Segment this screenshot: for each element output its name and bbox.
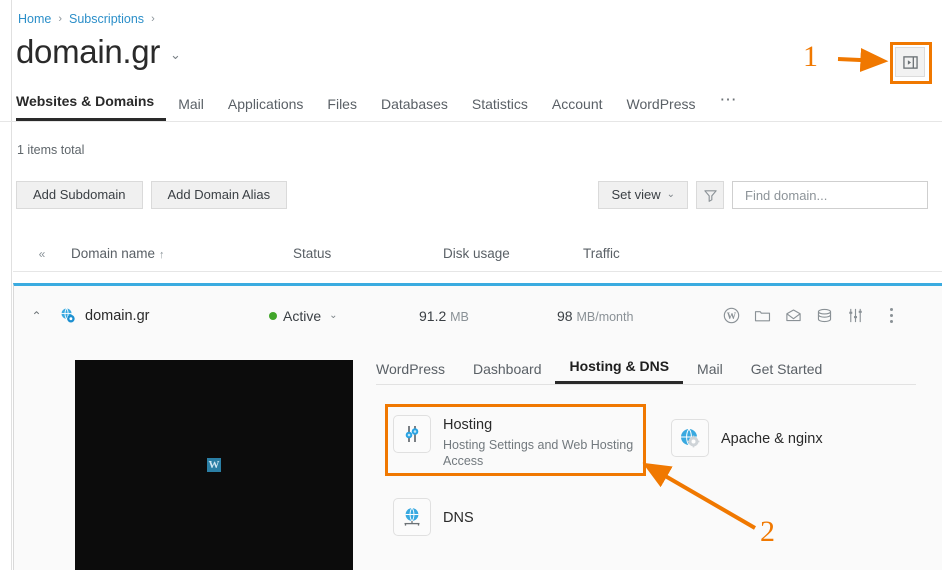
dns-globe-network-icon <box>393 498 431 536</box>
status-label: Active <box>283 307 322 324</box>
chevron-down-icon: ⌄ <box>666 189 675 200</box>
column-header-status[interactable]: Status <box>293 246 443 261</box>
add-domain-alias-button[interactable]: Add Domain Alias <box>150 181 288 209</box>
database-icon[interactable] <box>816 307 833 324</box>
breadcrumb-subscriptions[interactable]: Subscriptions <box>69 12 144 26</box>
subtab-dashboard[interactable]: Dashboard <box>459 361 556 384</box>
more-actions-icon[interactable] <box>890 308 893 323</box>
card-apache-nginx-title: Apache & nginx <box>721 430 823 447</box>
set-view-label: Set view <box>611 187 661 202</box>
card-hosting-subtitle: Hosting Settings and Web Hosting Access <box>443 438 634 468</box>
search-box[interactable] <box>732 181 928 209</box>
card-hosting[interactable]: Hosting Hosting Settings and Web Hosting… <box>393 415 643 469</box>
collapse-all-rows-button[interactable]: « <box>13 247 71 261</box>
wordpress-icon[interactable]: W <box>723 307 740 324</box>
card-dns-text: DNS <box>443 508 474 527</box>
panel-collapse-icon <box>902 55 918 69</box>
status-dot-icon <box>269 311 277 320</box>
list-toolbar-right: Set view ⌄ <box>598 181 928 209</box>
breadcrumb-separator-icon: › <box>151 13 155 25</box>
collapse-panel-button[interactable] <box>895 47 925 77</box>
disk-usage-unit: MB <box>450 309 469 324</box>
items-total-label: 1 items total <box>17 143 85 157</box>
card-apache-nginx[interactable]: Apache & nginx <box>671 419 823 457</box>
card-dns-title: DNS <box>443 509 474 526</box>
tab-overflow-menu[interactable]: ⋯ <box>708 91 750 121</box>
filter-button[interactable] <box>696 181 724 209</box>
folder-icon[interactable] <box>754 307 771 324</box>
annotation-arrow-1 <box>837 48 889 73</box>
page-title: domain.gr <box>16 33 161 70</box>
add-subdomain-button[interactable]: Add Subdomain <box>16 181 143 209</box>
traffic-unit: MB/month <box>576 309 634 324</box>
column-header-traffic[interactable]: Traffic <box>583 246 723 261</box>
annotation-number-1: 1 <box>803 40 818 73</box>
page-left-gutter <box>0 0 12 570</box>
hosting-settings-icon[interactable] <box>847 307 864 324</box>
card-hosting-title: Hosting <box>443 417 493 433</box>
domain-name-link[interactable]: domain.gr <box>85 308 149 324</box>
chevron-down-icon: ⌄ <box>329 310 338 321</box>
row-action-icons: W <box>723 307 893 324</box>
main-nav-tabs: Websites & Domains Mail Applications Fil… <box>0 91 942 122</box>
column-header-disk-usage[interactable]: Disk usage <box>443 246 583 261</box>
collapse-row-button[interactable]: ⌃ <box>14 309 59 323</box>
breadcrumb-home[interactable]: Home <box>18 12 51 26</box>
subtab-get-started[interactable]: Get Started <box>737 361 837 384</box>
disk-usage-value: 91.2 <box>419 307 447 324</box>
search-input[interactable] <box>743 186 923 204</box>
set-view-button[interactable]: Set view ⌄ <box>598 181 688 209</box>
domain-name-cell: domain.gr <box>59 307 269 324</box>
card-dns[interactable]: DNS <box>393 498 474 536</box>
column-header-domain-name-label: Domain name <box>71 246 156 261</box>
filter-funnel-icon <box>703 189 717 202</box>
mail-icon[interactable] <box>785 307 802 324</box>
sort-ascending-icon: ↑ <box>159 249 165 261</box>
tab-websites-and-domains[interactable]: Websites & Domains <box>16 92 167 121</box>
tab-databases[interactable]: Databases <box>369 95 460 121</box>
traffic-value: 98 <box>557 307 573 324</box>
tab-wordpress[interactable]: WordPress <box>615 95 708 121</box>
annotation-number-2: 2 <box>760 515 775 548</box>
chevron-down-icon[interactable]: ⌄ <box>170 47 181 63</box>
breadcrumb-separator-icon: › <box>58 13 63 25</box>
status-badge[interactable]: Active ⌄ <box>269 308 419 324</box>
subtab-hosting-and-dns[interactable]: Hosting & DNS <box>555 358 684 384</box>
card-apache-nginx-text: Apache & nginx <box>721 429 823 448</box>
page-title-row: domain.gr ⌄ <box>16 30 181 74</box>
table-header-row: « Domain name ↑ Status Disk usage Traffic <box>13 236 942 272</box>
site-preview-thumbnail[interactable]: W <box>75 360 353 570</box>
domain-globe-gear-icon <box>61 308 75 323</box>
list-toolbar: Add Subdomain Add Domain Alias <box>16 181 288 209</box>
card-hosting-text: Hosting Hosting Settings and Web Hosting… <box>443 415 643 469</box>
hosting-sliders-icon <box>393 415 431 453</box>
column-header-domain-name[interactable]: Domain name ↑ <box>71 246 293 261</box>
tab-mail[interactable]: Mail <box>166 95 216 121</box>
tab-applications[interactable]: Applications <box>216 95 316 121</box>
disk-usage-cell: 91.2 MB <box>419 308 557 324</box>
svg-text:W: W <box>727 312 737 322</box>
tab-account[interactable]: Account <box>540 95 615 121</box>
tab-statistics[interactable]: Statistics <box>460 95 540 121</box>
apache-nginx-globe-gear-icon <box>671 419 709 457</box>
traffic-cell: 98 MB/month <box>557 308 717 324</box>
subtab-wordpress[interactable]: WordPress <box>376 361 459 384</box>
breadcrumb: Home › Subscriptions › <box>18 12 155 26</box>
tab-files[interactable]: Files <box>315 95 369 121</box>
wordpress-badge-icon: W <box>207 458 221 472</box>
detail-subtabs: WordPress Dashboard Hosting & DNS Mail G… <box>376 355 916 385</box>
subtab-mail[interactable]: Mail <box>683 361 737 384</box>
table-row: ⌃ domain.gr Active ⌄ 91.2 MB 98 MB/month <box>13 283 942 570</box>
domain-row-summary: ⌃ domain.gr Active ⌄ 91.2 MB 98 MB/month <box>14 289 942 342</box>
